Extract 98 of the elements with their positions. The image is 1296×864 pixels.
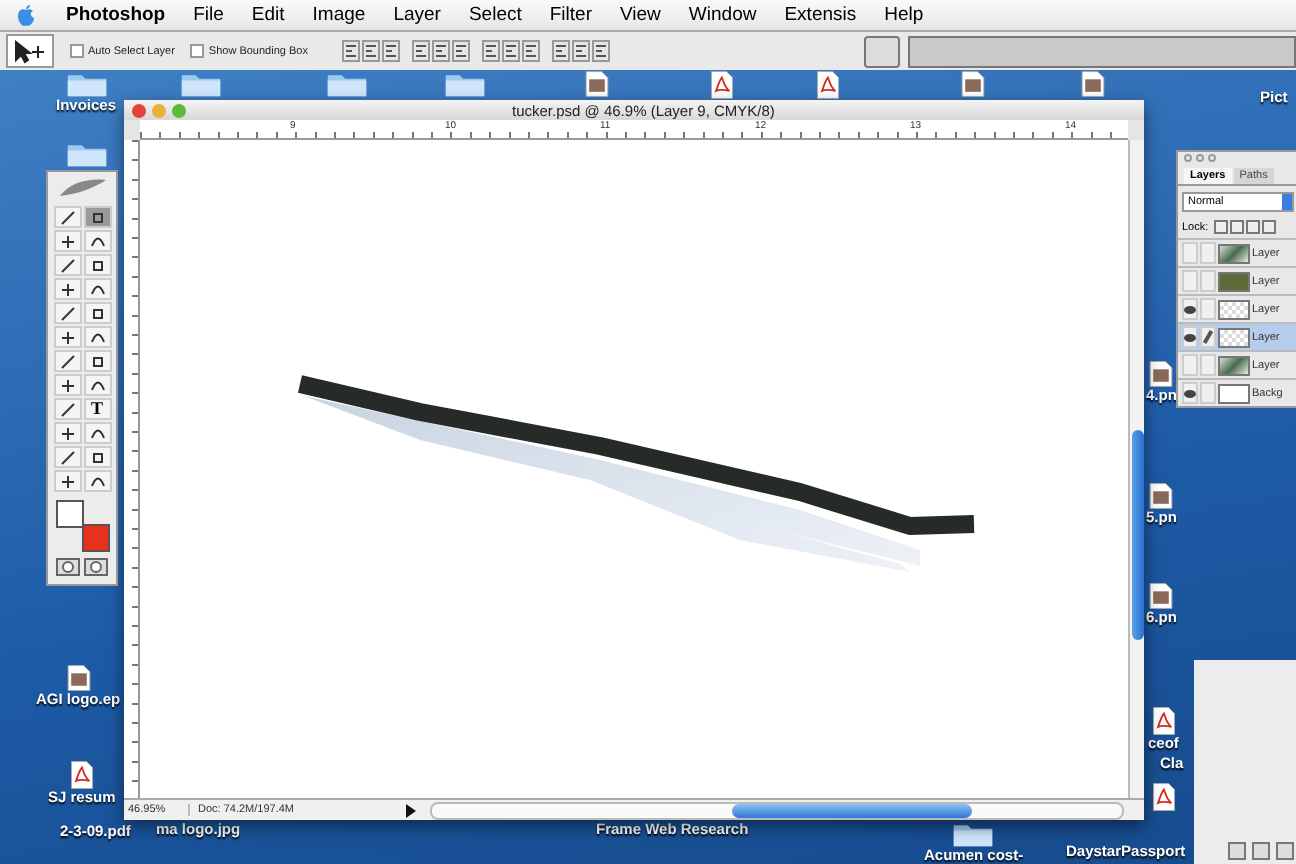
tool-button[interactable]	[53, 398, 81, 420]
move-tool-icon	[14, 39, 46, 63]
pdf-file-icon[interactable]	[816, 70, 840, 100]
folder-icon[interactable]	[952, 820, 995, 848]
align-icon[interactable]	[341, 40, 360, 62]
tool-button[interactable]	[83, 254, 111, 276]
tool-icon	[59, 329, 75, 345]
align-icon[interactable]	[361, 40, 380, 62]
tool-button[interactable]	[53, 278, 81, 300]
visibility-toggle[interactable]	[1182, 326, 1198, 348]
layer-thumbnail	[1218, 243, 1250, 263]
menu-item[interactable]: Filter	[535, 4, 606, 26]
tool-icon	[59, 233, 75, 249]
tool-button[interactable]	[83, 422, 111, 444]
align-icon[interactable]	[411, 40, 430, 62]
layer-thumbnail	[1218, 355, 1250, 375]
menu-item[interactable]: Extensis	[770, 4, 871, 26]
brush-icon	[1202, 329, 1214, 345]
tool-button[interactable]	[83, 278, 111, 300]
tool-button[interactable]	[53, 422, 81, 444]
layer-thumbnail	[1218, 327, 1250, 347]
tool-button[interactable]	[83, 374, 111, 396]
menu-item[interactable]: Select	[454, 4, 536, 26]
image-file-icon[interactable]	[1148, 582, 1175, 610]
tool-button[interactable]	[83, 446, 111, 468]
link-toggle[interactable]	[1200, 298, 1216, 320]
layer-thumbnail	[1218, 383, 1250, 403]
align-icon[interactable]	[431, 40, 450, 62]
align-icon[interactable]	[551, 40, 570, 62]
visibility-toggle[interactable]	[1182, 354, 1198, 376]
pdf-file-icon[interactable]	[69, 760, 94, 790]
apple-icon[interactable]	[16, 3, 36, 27]
image-file-icon[interactable]	[960, 70, 986, 98]
tool-button[interactable]	[83, 302, 111, 324]
align-icon[interactable]	[451, 40, 470, 62]
menu-item[interactable]: View	[606, 4, 675, 26]
tool-icon	[59, 377, 75, 393]
tool-button[interactable]: T	[83, 398, 111, 420]
tool-icon	[59, 281, 75, 297]
tool-button[interactable]	[53, 326, 81, 348]
layer-thumbnail	[1218, 299, 1250, 319]
mask-mode-icon[interactable]	[56, 558, 80, 576]
tool-button[interactable]	[53, 254, 81, 276]
color-swatch[interactable]	[82, 524, 110, 552]
tool-button[interactable]	[53, 470, 81, 492]
horizontal-scrollbar[interactable]	[430, 801, 1124, 819]
tool-button[interactable]	[83, 326, 111, 348]
visibility-toggle[interactable]	[1182, 242, 1198, 264]
tool-button[interactable]	[83, 350, 111, 372]
tool-button[interactable]	[53, 206, 81, 228]
link-toggle[interactable]	[1200, 242, 1216, 264]
menu-item[interactable]: File	[179, 4, 238, 26]
palette-well-icon[interactable]	[864, 35, 900, 67]
tool-icon	[59, 425, 75, 441]
tool-button[interactable]	[83, 470, 111, 492]
tool-button[interactable]	[83, 206, 111, 228]
tool-button[interactable]	[53, 302, 81, 324]
pdf-file-icon[interactable]	[710, 70, 734, 100]
align-icon[interactable]	[501, 40, 520, 62]
feather-icon	[54, 176, 110, 200]
link-toggle[interactable]	[1200, 270, 1216, 292]
tool-button[interactable]	[53, 374, 81, 396]
link-toggle[interactable]	[1200, 326, 1216, 348]
align-icon[interactable]	[381, 40, 400, 62]
visibility-toggle[interactable]	[1182, 298, 1198, 320]
tool-button[interactable]	[83, 230, 111, 252]
align-icon[interactable]	[481, 40, 500, 62]
image-file-icon[interactable]	[584, 70, 610, 98]
align-icon[interactable]	[571, 40, 590, 62]
image-file-icon[interactable]	[1148, 360, 1175, 388]
align-icon[interactable]	[521, 40, 540, 62]
mask-mode-icon[interactable]	[84, 558, 108, 576]
align-icon[interactable]	[591, 40, 610, 62]
visibility-toggle[interactable]	[1182, 270, 1198, 292]
tool-preset-button[interactable]	[6, 34, 54, 68]
menu-item[interactable]: Layer	[379, 4, 455, 26]
tool-icon	[59, 473, 75, 489]
tool-button[interactable]	[53, 350, 81, 372]
play-icon[interactable]	[402, 801, 418, 819]
menu-item[interactable]: Image	[298, 4, 380, 26]
image-file-icon[interactable]	[65, 664, 92, 692]
color-swatch[interactable]	[56, 500, 84, 528]
vertical-scrollbar[interactable]	[1128, 140, 1144, 798]
close-button[interactable]	[132, 103, 146, 117]
visibility-toggle[interactable]	[1182, 382, 1198, 404]
menu-item[interactable]: Help	[870, 4, 938, 26]
link-toggle[interactable]	[1200, 354, 1216, 376]
layer-thumbnail	[1218, 271, 1250, 291]
menu-item[interactable]: Photoshop	[52, 4, 180, 26]
pdf-file-icon[interactable]	[1152, 782, 1176, 812]
menu-item[interactable]: Edit	[237, 4, 299, 26]
tool-button[interactable]	[53, 446, 81, 468]
pdf-file-icon[interactable]	[1151, 706, 1176, 736]
image-file-icon[interactable]	[1080, 70, 1106, 98]
tool-button[interactable]	[53, 230, 81, 252]
image-file-icon[interactable]	[1148, 482, 1175, 510]
link-toggle[interactable]	[1200, 382, 1216, 404]
menu-item[interactable]: Window	[674, 4, 771, 26]
